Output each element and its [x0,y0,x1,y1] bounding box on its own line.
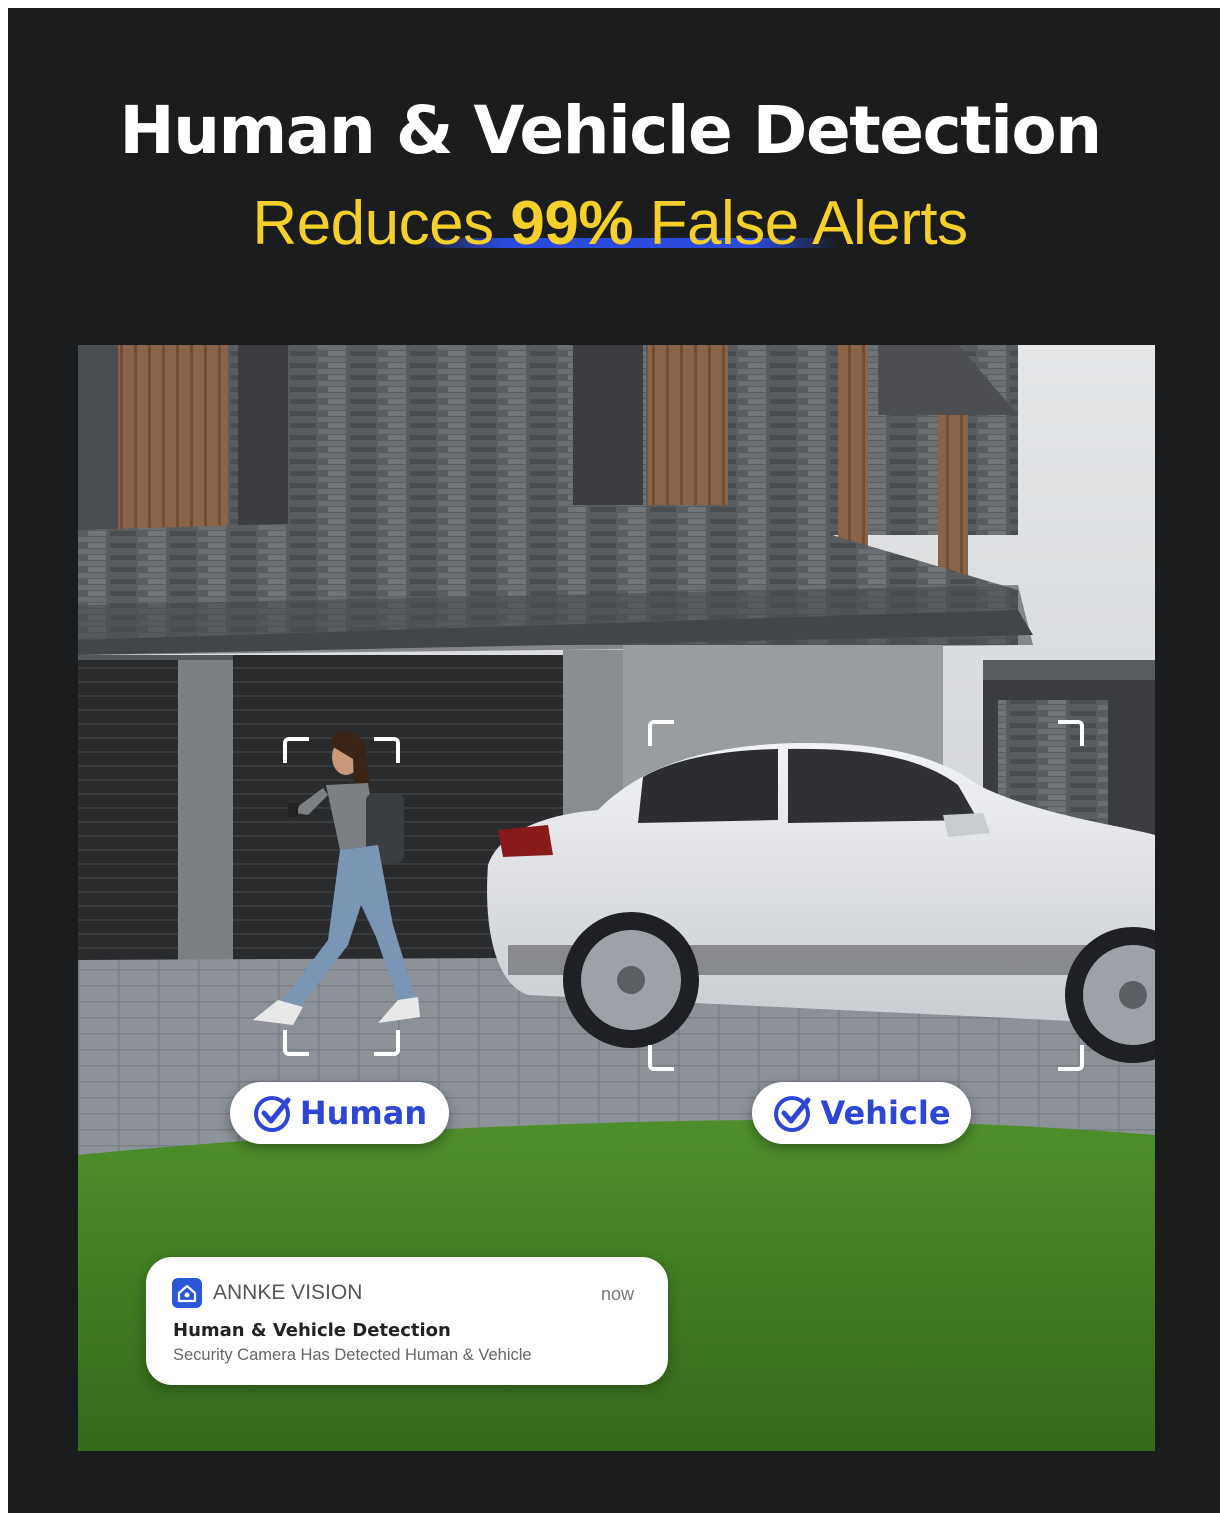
human-label-text: Human [299,1094,428,1132]
human-frame-corner [374,1030,400,1056]
subtitle-after: False Alerts [632,189,968,258]
page-subtitle: Reduces 99% False Alerts [0,188,1220,259]
vehicle-label: Vehicle [752,1082,971,1144]
notification-time: now [600,1284,634,1304]
push-notification[interactable]: ANNKE VISION now Human & Vehicle Detecti… [146,1257,668,1385]
vehicle-frame-corner [648,720,674,746]
vehicle-frame-corner [648,1045,674,1071]
notification-title: Human & Vehicle Detection [173,1320,451,1341]
human-frame-corner [283,1030,309,1056]
vehicle-label-text: Vehicle [820,1094,951,1132]
app-name: ANNKE VISION [213,1281,363,1304]
check-circle-icon [774,1096,811,1132]
human-label: Human [230,1082,449,1144]
vehicle-frame-corner [1058,1045,1084,1071]
subtitle-before: Reduces [252,189,511,258]
human-frame-corner [283,737,309,763]
vehicle-frame-corner [1058,720,1084,746]
check-circle-icon [253,1096,291,1132]
human-frame-corner [374,737,400,763]
home-icon [172,1278,202,1308]
page-title: Human & Vehicle Detection [119,92,1102,169]
notification-body: Security Camera Has Detected Human & Veh… [173,1346,532,1364]
subtitle-highlight: 99% [510,189,633,258]
